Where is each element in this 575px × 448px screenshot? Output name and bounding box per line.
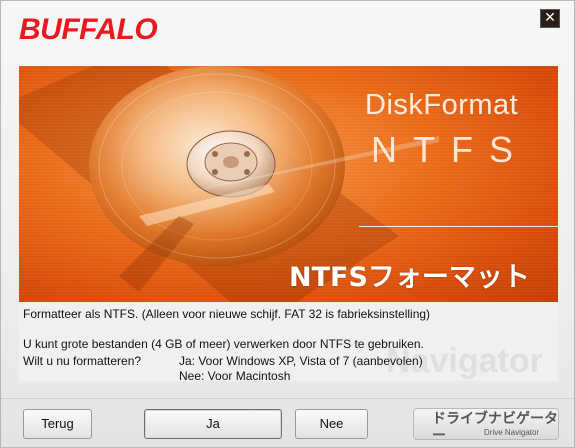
header-banner: DiskFormat NTFS NTFSフォーマット	[19, 66, 558, 302]
banner-divider	[359, 226, 558, 227]
drive-navigator-logo: ドライブナビゲーター Drive Navigator	[413, 408, 559, 444]
yes-button[interactable]: Ja	[144, 409, 282, 439]
info-line-ntfs: Formatteer als NTFS. (Alleen voor nieuwe…	[23, 307, 431, 321]
banner-japanese-title: NTFSフォーマット	[289, 262, 530, 293]
buffalo-logo: BUFFALO	[19, 13, 158, 46]
banner-subtitle: NTFS	[371, 129, 529, 170]
option-no-text: Nee: Voor Macintosh	[179, 369, 291, 383]
format-question: Wilt u nu formatteren?	[23, 354, 142, 368]
banner-title: DiskFormat	[365, 89, 519, 121]
back-button[interactable]: Terug	[23, 409, 92, 439]
footer-divider	[1, 398, 574, 399]
no-button[interactable]: Nee	[295, 409, 368, 439]
drive-navigator-en: Drive Navigator	[484, 428, 540, 437]
info-line-large-files: U kunt grote bestanden (4 GB of meer) ve…	[23, 337, 424, 351]
dialog-window: BUFFALO ✕ DiskFormat NTFS NTFSフォーマット For…	[0, 0, 575, 448]
watermark-text: Navigator	[386, 342, 543, 380]
close-icon: ✕	[544, 10, 556, 26]
close-button[interactable]: ✕	[540, 9, 560, 28]
